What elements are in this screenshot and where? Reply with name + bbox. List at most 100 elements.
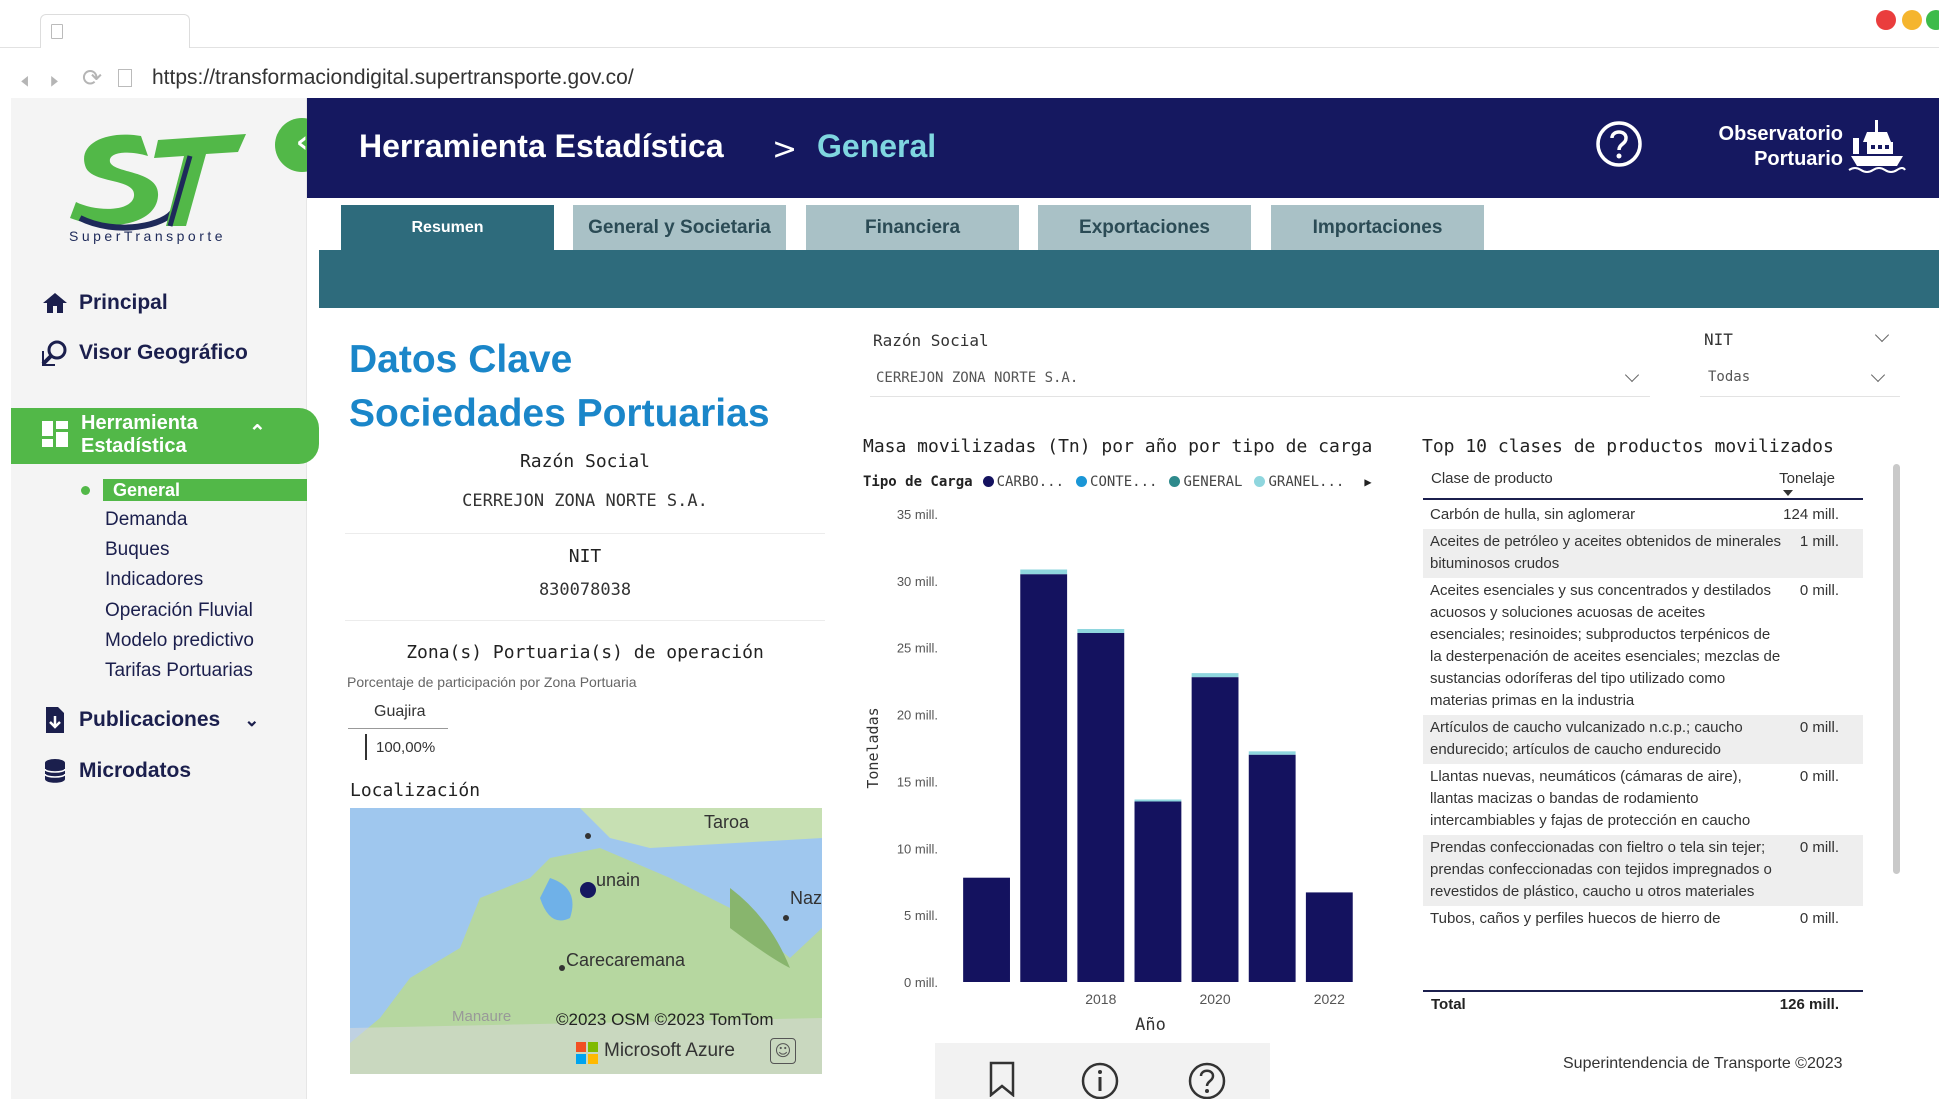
nav-label-line2: Estadística <box>81 435 187 457</box>
table-scrollbar[interactable] <box>1893 464 1900 874</box>
y-axis-title: Toneladas <box>864 707 882 788</box>
chevron-down-icon[interactable]: ⌄ <box>244 710 259 731</box>
browser-tab[interactable] <box>40 14 190 48</box>
cell-product: Carbón de hulla, sin aglomerar <box>1430 506 1636 523</box>
bar-2020-series-0[interactable] <box>1191 677 1239 982</box>
tab-exportaciones[interactable]: Exportaciones <box>1038 205 1251 250</box>
url-text[interactable]: https://transformaciondigital.supertrans… <box>152 66 634 90</box>
active-bullet <box>81 486 90 495</box>
filter-nit-value[interactable]: Todas <box>1708 369 1750 385</box>
map-attribution: ©2023 OSM ©2023 TomTom <box>556 1010 774 1029</box>
nav-herramienta-estadistica[interactable]: Herramienta Estadística ⌃ <box>11 408 319 464</box>
tab-importaciones[interactable]: Importaciones <box>1271 205 1484 250</box>
legend-label: CARBO... <box>996 474 1065 490</box>
nav-visor-geografico[interactable]: Visor Geográfico <box>41 333 248 373</box>
window-minimize-button[interactable] <box>1902 10 1922 30</box>
bar-2020-series-1[interactable] <box>1191 673 1239 678</box>
table-row[interactable]: Prendas confeccionadas con fieltro o tel… <box>1423 835 1863 906</box>
feedback-smiley-icon[interactable]: ☺ <box>770 1038 796 1064</box>
chevron-down-icon[interactable] <box>1874 327 1890 343</box>
column-header-tonelaje[interactable]: Tonelaje <box>1779 470 1835 487</box>
cell-tonelaje: 124 mill. <box>1783 506 1839 523</box>
help-icon[interactable] <box>1595 120 1643 168</box>
cell-product: Artículos de caucho vulcanizado n.c.p.; … <box>1430 719 1743 758</box>
legend-item-general[interactable]: GENERAL <box>1169 474 1242 490</box>
total-label: Total <box>1431 996 1466 1013</box>
nav-principal[interactable]: Principal <box>41 283 168 323</box>
bar-2017-series-0[interactable] <box>1020 574 1068 982</box>
table-header: Clase de producto Tonelaje <box>1423 462 1863 500</box>
top-header: Herramienta Estadística > General Observ… <box>307 98 1939 198</box>
bar-2022-series-0[interactable] <box>1305 892 1353 982</box>
page-subtitle: General <box>817 128 937 164</box>
subnav-modelo-predictivo[interactable]: Modelo predictivo <box>105 628 254 654</box>
chevron-down-icon[interactable] <box>1870 367 1886 383</box>
tab-financiera[interactable]: Financiera <box>806 205 1019 250</box>
table-row[interactable]: Tubos, caños y perfiles huecos de hierro… <box>1423 906 1863 933</box>
window-close-button[interactable] <box>1876 10 1896 30</box>
column-header-clase[interactable]: Clase de producto <box>1431 470 1553 487</box>
legend-label: GENERAL <box>1183 474 1243 490</box>
legend-dot <box>1169 476 1181 487</box>
nav-microdatos[interactable]: Microdatos <box>41 751 191 791</box>
legend-label: GRANEL... <box>1268 474 1345 490</box>
razon-social-label: Razón Social <box>519 451 651 472</box>
divider <box>345 533 825 534</box>
cell-tonelaje: 0 mill. <box>1799 768 1839 785</box>
database-icon <box>41 757 69 785</box>
tab-general-societaria[interactable]: General y Societaria <box>573 205 786 250</box>
subnav-general[interactable]: General <box>103 479 307 501</box>
table-row[interactable]: Llantas nuevas, neumáticos (cámaras de a… <box>1423 764 1863 835</box>
y-tick-label: 35 mill. <box>897 507 938 522</box>
filter-razon-value[interactable]: CERREJON ZONA NORTE S.A. <box>876 370 1078 386</box>
bar-2021-series-0[interactable] <box>1248 754 1296 982</box>
cell-tonelaje: 0 mill. <box>1799 910 1839 927</box>
bar-2019-series-1[interactable] <box>1134 799 1182 802</box>
table-row[interactable]: Aceites esenciales y sus concentrados y … <box>1423 578 1863 715</box>
table-row[interactable]: Artículos de caucho vulcanizado n.c.p.; … <box>1423 715 1863 764</box>
map-provider: Microsoft Azure <box>604 1040 735 1061</box>
y-tick-label: 10 mill. <box>897 841 938 856</box>
zona-note: Porcentaje de participación por Zona Por… <box>347 674 637 690</box>
cell-product: Aceites de petróleo y aceites obtenidos … <box>1430 533 1782 572</box>
bar-2017-series-1[interactable] <box>1020 569 1068 575</box>
window-maximize-button[interactable] <box>1926 10 1939 30</box>
table-row[interactable]: Aceites de petróleo y aceites obtenidos … <box>1423 529 1863 578</box>
location-map[interactable]: Taroa unain Naz Carecaremana Manaure ©20… <box>350 808 822 1074</box>
chevron-down-icon[interactable] <box>1624 367 1640 383</box>
zona-bar <box>365 734 367 760</box>
bar-2019-series-0[interactable] <box>1134 801 1182 982</box>
chevron-up-icon[interactable]: ⌃ <box>249 420 266 445</box>
nav-publicaciones[interactable]: Publicaciones ⌄ <box>41 700 259 740</box>
map-canvas <box>350 808 822 1074</box>
subnav-demanda[interactable]: Demanda <box>105 507 187 533</box>
legend-dot <box>1254 476 1266 487</box>
bar-2018-series-0[interactable] <box>1077 633 1125 982</box>
cell-tonelaje: 1 mill. <box>1799 533 1839 550</box>
legend-next-arrow-icon[interactable]: ▶ <box>1364 475 1371 489</box>
table-row[interactable]: Carbón de hulla, sin aglomerar 124 mill. <box>1423 502 1863 529</box>
help-icon[interactable] <box>1187 1061 1227 1099</box>
info-icon[interactable] <box>1080 1061 1120 1099</box>
nav-label: Principal <box>79 291 168 314</box>
zona-label: Zona(s) Portuaria(s) de operación <box>406 642 764 663</box>
bar-2018-series-1[interactable] <box>1077 628 1125 634</box>
home-icon <box>41 289 69 317</box>
bar-2016-series-0[interactable] <box>963 877 1010 982</box>
y-tick-label: 20 mill. <box>897 708 938 723</box>
subnav-indicadores[interactable]: Indicadores <box>105 567 203 593</box>
legend-item-carbon[interactable]: CARBO... <box>982 474 1065 490</box>
zona-divider <box>348 728 448 729</box>
bar-2021-series-1[interactable] <box>1248 751 1296 755</box>
reload-icon[interactable]: ⟳ <box>82 64 102 92</box>
subnav-tarifas-portuarias[interactable]: Tarifas Portuarias <box>105 658 253 684</box>
table-body: Carbón de hulla, sin aglomerar 124 mill. … <box>1423 502 1863 933</box>
legend-item-contenedores[interactable]: CONTE... <box>1076 474 1157 490</box>
bookmark-icon[interactable] <box>988 1061 1016 1097</box>
subnav-buques[interactable]: Buques <box>105 537 169 563</box>
map-label-manaure: Manaure <box>452 1008 512 1025</box>
subnav-operacion-fluvial[interactable]: Operación Fluvial <box>105 598 253 624</box>
y-tick-label: 25 mill. <box>897 641 938 656</box>
tab-resumen[interactable]: Resumen <box>341 205 554 250</box>
legend-item-granel[interactable]: GRANEL... <box>1254 474 1344 490</box>
